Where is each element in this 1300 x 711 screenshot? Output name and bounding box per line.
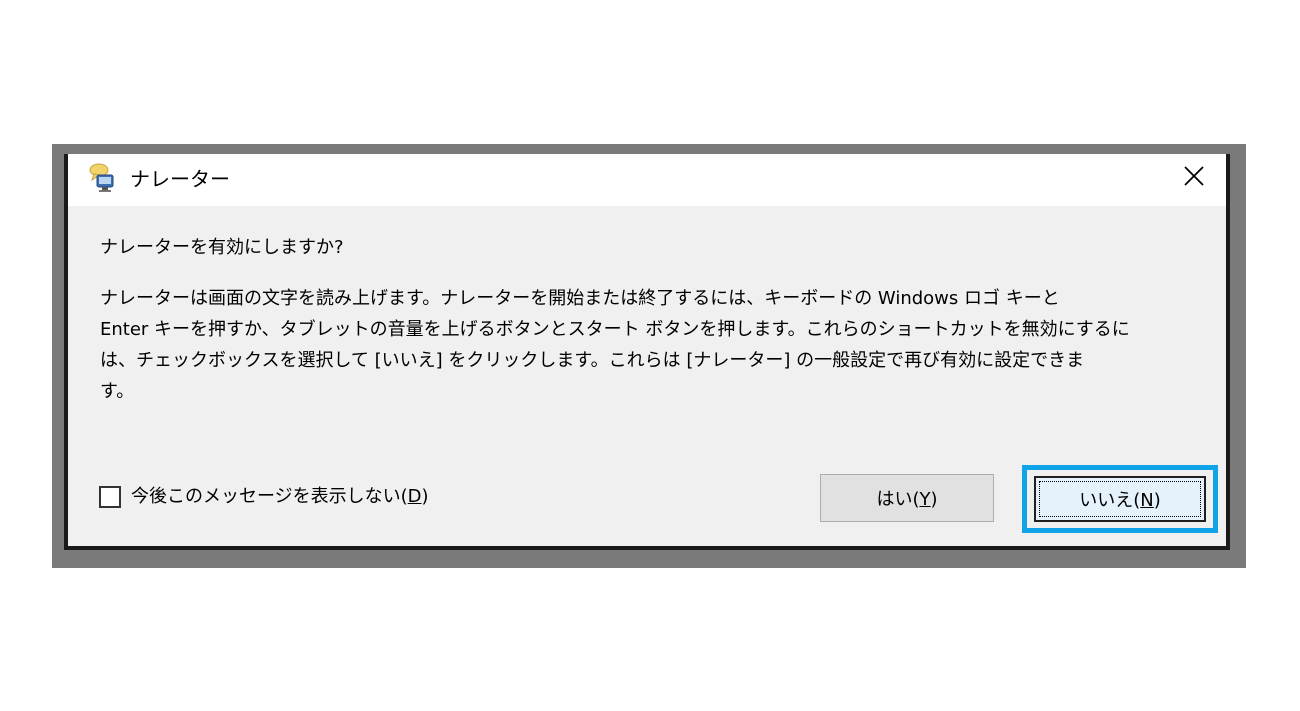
yes-button[interactable]: はい(Y)	[820, 474, 994, 522]
narrator-icon	[88, 161, 120, 195]
close-icon	[1183, 165, 1205, 191]
title-bar[interactable]: ナレーター	[68, 154, 1226, 206]
dialog-question: ナレーターを有効にしますか?	[100, 237, 344, 258]
window-title: ナレーター	[130, 167, 230, 191]
focus-rectangle	[1039, 481, 1201, 517]
body-line: は、チェックボックスを選択して [いいえ] をクリックします。これらは [ナレー…	[100, 350, 1085, 371]
narrator-dialog: ナレーター ナレーターを有効にしますか? ナレーターは画面の文字を読み上げます。…	[64, 154, 1230, 550]
no-button[interactable]: いいえ(N)	[1034, 476, 1206, 522]
body-line: す。	[100, 381, 135, 402]
close-button[interactable]	[1176, 160, 1212, 196]
dialog-content: ナレーターを有効にしますか? ナレーターは画面の文字を読み上げます。ナレーターを…	[100, 232, 1196, 407]
body-line: Enter キーを押すか、タブレットの音量を上げるボタンとスタート ボタンを押し…	[100, 319, 1130, 340]
yes-button-label: はい(Y)	[876, 489, 938, 510]
dialog-frame: ナレーター ナレーターを有効にしますか? ナレーターは画面の文字を読み上げます。…	[52, 144, 1246, 568]
dont-show-again-label[interactable]: 今後このメッセージを表示しない(D)	[131, 484, 429, 510]
dont-show-again-checkbox[interactable]	[99, 486, 121, 508]
dont-show-again-option[interactable]: 今後このメッセージを表示しない(D)	[99, 484, 429, 510]
body-line: ナレーターは画面の文字を読み上げます。ナレーターを開始または終了するには、キーボ…	[100, 288, 1060, 309]
dialog-body: ナレーターは画面の文字を読み上げます。ナレーターを開始または終了するには、キーボ…	[100, 283, 1196, 407]
